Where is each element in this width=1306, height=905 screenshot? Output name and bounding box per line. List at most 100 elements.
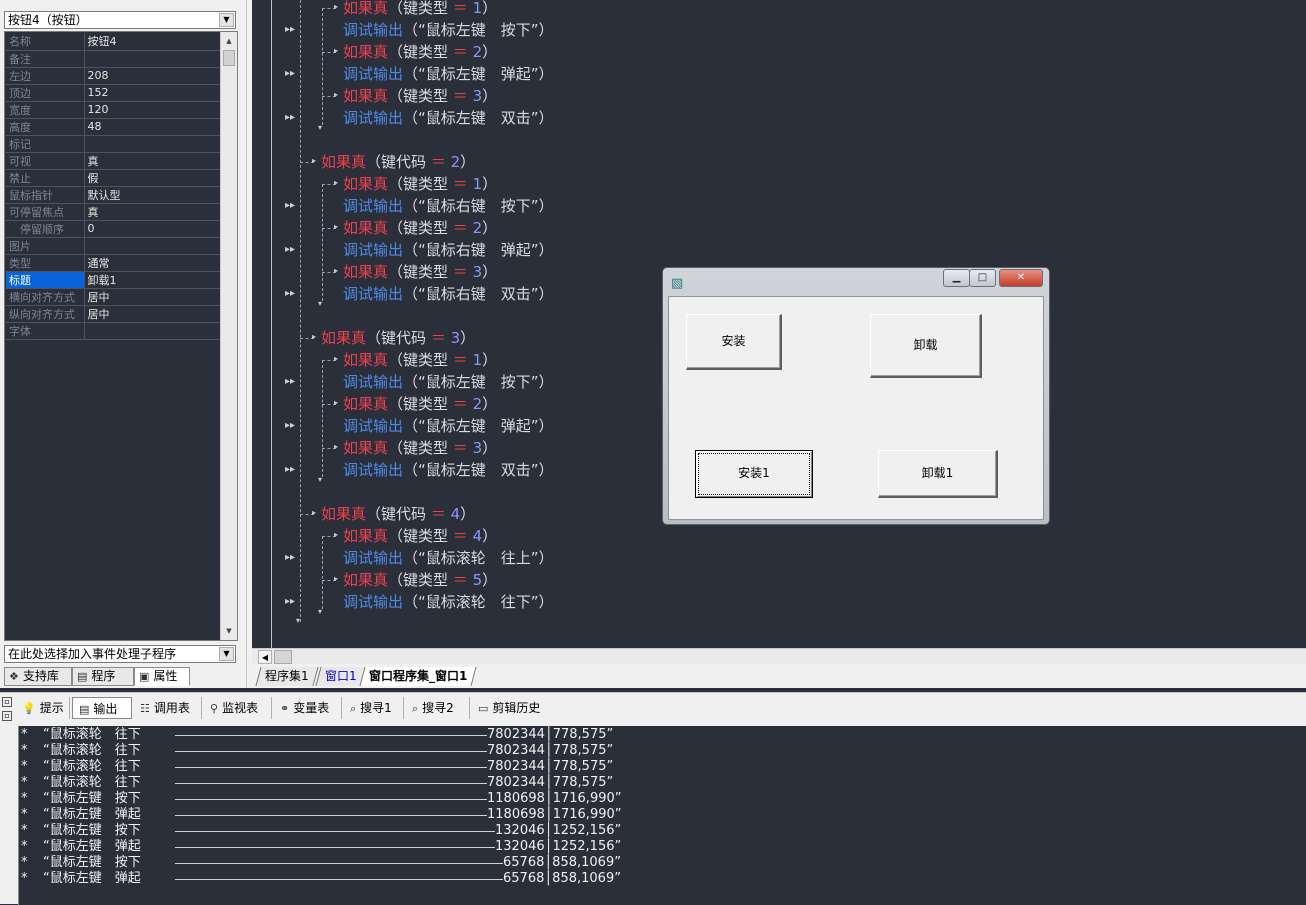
tab-hint[interactable]: 💡 提示 bbox=[16, 697, 70, 719]
minimize-icon[interactable]: ▁ bbox=[943, 269, 970, 287]
scroll-thumb[interactable] bbox=[274, 650, 292, 664]
close-panel-icon[interactable]: ▫ bbox=[2, 711, 12, 721]
property-value[interactable]: 真 bbox=[83, 152, 220, 170]
breakpoint-arrow-icon[interactable]: ▸▸ bbox=[285, 415, 295, 437]
breakpoint-arrow-icon[interactable]: ▸▸ bbox=[285, 239, 295, 261]
tab-window-assembly[interactable]: 窗口程序集_窗口1 bbox=[359, 667, 477, 686]
scroll-down-icon[interactable]: ▼ bbox=[223, 625, 235, 637]
tab-search2[interactable]: ⌕ 搜寻2 bbox=[406, 697, 470, 719]
code-line-if[interactable]: 如果真（键代码 ＝ 4） bbox=[321, 503, 475, 525]
chevron-down-icon[interactable]: ▼ bbox=[219, 647, 234, 661]
uninstall1-button[interactable]: 卸载1 bbox=[878, 450, 998, 498]
code-line-if[interactable]: 如果真（键类型 ＝ 1） bbox=[343, 349, 497, 371]
tab-program[interactable]: ▤ 程序 bbox=[72, 667, 134, 686]
tab-support-library[interactable]: ❖ 支持库 bbox=[4, 667, 72, 686]
tab-variables[interactable]: ⚭ 变量表 bbox=[274, 697, 342, 719]
code-line-if[interactable]: 如果真（键类型 ＝ 2） bbox=[343, 393, 497, 415]
property-value[interactable] bbox=[83, 50, 220, 68]
property-row[interactable]: 停留顺序 0 bbox=[6, 220, 220, 238]
code-line-if[interactable]: 如果真（键类型 ＝ 5） bbox=[343, 569, 497, 591]
property-row[interactable]: 鼠标指针 默认型 bbox=[6, 186, 220, 204]
property-value[interactable]: 48 bbox=[83, 118, 220, 136]
tab-output[interactable]: ▤ 输出 bbox=[72, 697, 132, 719]
code-line-call[interactable]: 调试输出（“鼠标右键 按下”） bbox=[343, 195, 554, 217]
property-row[interactable]: 宽度 120 bbox=[6, 101, 220, 119]
code-line-if[interactable]: 如果真（键类型 ＝ 3） bbox=[343, 85, 497, 107]
tab-properties[interactable]: ▣ 属性 bbox=[134, 667, 190, 686]
code-line-call[interactable]: 调试输出（“鼠标滚轮 往下”） bbox=[343, 591, 554, 613]
tab-clip-history[interactable]: ▭ 剪辑历史 bbox=[472, 697, 552, 719]
property-value[interactable]: 208 bbox=[83, 67, 220, 85]
scroll-thumb[interactable] bbox=[223, 50, 235, 66]
code-line-call[interactable]: 调试输出（“鼠标右键 弹起”） bbox=[343, 239, 554, 261]
object-select[interactable]: 按钮4（按钮） ▼ bbox=[4, 11, 236, 29]
breakpoint-arrow-icon[interactable]: ▸▸ bbox=[285, 547, 295, 569]
scroll-left-icon[interactable]: ◀ bbox=[258, 650, 272, 664]
tab-call-stack[interactable]: ☷ 调用表 bbox=[134, 697, 202, 719]
code-line-call[interactable]: 调试输出（“鼠标左键 双击”） bbox=[343, 107, 554, 129]
property-value[interactable] bbox=[83, 237, 220, 255]
tab-assembly1[interactable]: 程序集1 bbox=[255, 667, 319, 686]
chevron-down-icon[interactable]: ▼ bbox=[219, 13, 234, 27]
property-value[interactable]: 假 bbox=[83, 169, 220, 187]
code-line-if[interactable]: 如果真（键类型 ＝ 1） bbox=[343, 173, 497, 195]
property-value[interactable]: 按钮4 bbox=[83, 33, 220, 51]
breakpoint-arrow-icon[interactable]: ▸▸ bbox=[285, 371, 295, 393]
pin-icon[interactable]: ▫ bbox=[2, 697, 12, 707]
property-value[interactable]: 120 bbox=[83, 101, 220, 119]
code-horizontal-scrollbar[interactable]: ◀ bbox=[252, 648, 1306, 664]
property-value[interactable]: 居中 bbox=[83, 288, 220, 306]
property-row[interactable]: 顶边 152 bbox=[6, 84, 220, 102]
property-row[interactable]: 横向对齐方式 居中 bbox=[6, 288, 220, 306]
property-value[interactable]: 卸载1 bbox=[83, 271, 220, 289]
tab-window1[interactable]: 窗口1 bbox=[315, 667, 367, 686]
code-line-call[interactable]: 调试输出（“鼠标左键 弹起”） bbox=[343, 415, 554, 437]
property-value[interactable]: 默认型 bbox=[83, 186, 220, 204]
form-designer-window[interactable]: ▧ ▁ □ ✕ 安装 卸载 安装1 卸载1 bbox=[662, 267, 1050, 525]
code-line-if[interactable]: 如果真（键类型 ＝ 4） bbox=[343, 525, 497, 547]
property-value[interactable]: 通常 bbox=[83, 254, 220, 272]
property-row[interactable]: 可视真 bbox=[6, 152, 220, 170]
breakpoint-arrow-icon[interactable]: ▸▸ bbox=[285, 63, 295, 85]
code-line-call[interactable]: 调试输出（“鼠标左键 双击”） bbox=[343, 459, 554, 481]
property-row[interactable]: 高度 48 bbox=[6, 118, 220, 136]
maximize-icon[interactable]: □ bbox=[969, 269, 996, 287]
property-row[interactable]: 备注 bbox=[6, 50, 220, 68]
breakpoint-arrow-icon[interactable]: ▸▸ bbox=[285, 195, 295, 217]
code-line-if[interactable]: 如果真（键代码 ＝ 2） bbox=[321, 151, 475, 173]
property-value[interactable]: 152 bbox=[83, 84, 220, 102]
property-row[interactable]: 标记 bbox=[6, 135, 220, 153]
property-row[interactable]: 名称 按钮4 bbox=[6, 33, 220, 51]
code-line-if[interactable]: 如果真（键类型 ＝ 2） bbox=[343, 41, 497, 63]
property-row[interactable]: 可停留焦点真 bbox=[6, 203, 220, 221]
breakpoint-arrow-icon[interactable]: ▸▸ bbox=[285, 19, 295, 41]
close-icon[interactable]: ✕ bbox=[999, 269, 1043, 287]
scroll-up-icon[interactable]: ▲ bbox=[223, 35, 235, 47]
code-line-if[interactable]: 如果真（键代码 ＝ 3） bbox=[321, 327, 475, 349]
tab-watch[interactable]: ⚲ 监视表 bbox=[204, 697, 272, 719]
property-row[interactable]: 左边 208 bbox=[6, 67, 220, 85]
property-value[interactable]: 0 bbox=[83, 220, 220, 238]
code-line-if[interactable]: 如果真（键类型 ＝ 2） bbox=[343, 217, 497, 239]
code-line-if[interactable]: 如果真（键类型 ＝ 3） bbox=[343, 261, 497, 283]
uninstall-button[interactable]: 卸载 bbox=[870, 314, 982, 378]
property-row[interactable]: 字体 bbox=[6, 322, 220, 340]
breakpoint-arrow-icon[interactable]: ▸▸ bbox=[285, 591, 295, 613]
output-console[interactable]: * “鼠标滚轮 往下 7802344│778,575” * “鼠标滚轮 往下 780234… bbox=[18, 726, 1306, 905]
tab-search1[interactable]: ⌕ 搜寻1 bbox=[344, 697, 404, 719]
breakpoint-arrow-icon[interactable]: ▸▸ bbox=[285, 107, 295, 129]
property-value[interactable] bbox=[83, 135, 220, 153]
install-button[interactable]: 安装 bbox=[686, 314, 782, 370]
breakpoint-arrow-icon[interactable]: ▸▸ bbox=[285, 459, 295, 481]
property-value[interactable]: 真 bbox=[83, 203, 220, 221]
property-row[interactable]: 图片 bbox=[6, 237, 220, 255]
install1-button[interactable]: 安装1 bbox=[695, 450, 813, 498]
property-value[interactable] bbox=[83, 322, 220, 340]
code-line-call[interactable]: 调试输出（“鼠标左键 弹起”） bbox=[343, 63, 554, 85]
code-line-call[interactable]: 调试输出（“鼠标左键 按下”） bbox=[343, 19, 554, 41]
property-row[interactable]: 标题 卸载1 bbox=[6, 271, 220, 289]
property-row[interactable]: 纵向对齐方式 居中 bbox=[6, 305, 220, 323]
code-line-call[interactable]: 调试输出（“鼠标左键 按下”） bbox=[343, 371, 554, 393]
property-row[interactable]: 类型 通常 bbox=[6, 254, 220, 272]
event-select[interactable]: 在此处选择加入事件处理子程序 ▼ bbox=[4, 645, 236, 663]
